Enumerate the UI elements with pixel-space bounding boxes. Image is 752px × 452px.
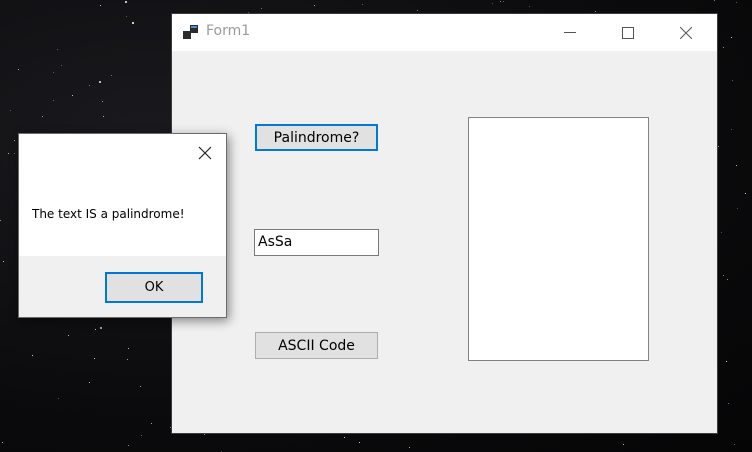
star <box>721 232 722 233</box>
star <box>734 444 735 445</box>
star <box>500 1 501 2</box>
maximize-button[interactable] <box>599 14 657 51</box>
star <box>94 358 95 359</box>
title-bar[interactable]: Form1 <box>172 14 717 51</box>
star <box>409 447 410 448</box>
maximize-icon <box>622 26 634 39</box>
star <box>53 72 54 73</box>
star <box>204 434 205 435</box>
star <box>737 208 738 209</box>
star <box>731 37 732 38</box>
star <box>718 146 719 147</box>
star <box>102 101 103 102</box>
text-input[interactable]: AsSa <box>254 229 379 256</box>
star <box>492 3 493 4</box>
star <box>126 16 127 17</box>
star <box>727 279 728 280</box>
star <box>95 329 96 330</box>
star <box>61 65 62 66</box>
star <box>128 445 129 446</box>
close-icon <box>680 26 692 39</box>
star <box>2 442 3 443</box>
star <box>732 80 733 81</box>
window-title: Form1 <box>206 23 251 39</box>
star <box>745 193 746 194</box>
star <box>89 85 90 86</box>
message-text: The text IS a palindrome! <box>32 207 185 221</box>
palindrome-button[interactable]: Palindrome? <box>255 124 378 151</box>
star <box>127 359 128 360</box>
star <box>14 153 15 154</box>
star <box>125 1 127 3</box>
star <box>723 47 724 48</box>
star <box>170 427 171 428</box>
star <box>128 348 129 349</box>
star <box>132 22 134 24</box>
close-button[interactable] <box>657 14 715 51</box>
star <box>103 116 104 117</box>
star <box>714 0 715 1</box>
star <box>8 153 9 154</box>
star <box>595 11 596 12</box>
star <box>111 75 112 76</box>
star <box>42 116 43 117</box>
star <box>140 386 141 387</box>
star <box>14 140 15 141</box>
minimize-button[interactable] <box>541 14 599 51</box>
star <box>728 403 729 404</box>
star <box>99 81 101 83</box>
star <box>32 355 33 356</box>
star <box>731 129 732 130</box>
ascii-code-button[interactable]: ASCII Code <box>255 332 378 359</box>
star <box>57 49 58 50</box>
app-icon <box>183 24 201 40</box>
star <box>248 12 249 13</box>
minimize-icon <box>564 31 576 34</box>
star <box>723 275 724 276</box>
message-box-content: The text IS a palindrome! <box>19 134 226 256</box>
form1-window: Form1 Palindrome? AsSa ASCII Code <box>172 14 717 433</box>
message-box: The text IS a palindrome! OK <box>18 133 227 318</box>
ok-button[interactable]: OK <box>105 272 203 303</box>
star <box>100 327 102 329</box>
star <box>344 437 345 438</box>
star <box>72 95 73 96</box>
output-listbox[interactable] <box>468 117 649 361</box>
star <box>18 69 19 70</box>
star <box>503 1 504 2</box>
star <box>141 435 142 436</box>
star <box>417 10 418 11</box>
star <box>68 335 69 336</box>
star <box>0 220 1 221</box>
star <box>736 165 737 166</box>
star <box>10 110 11 111</box>
close-icon <box>198 145 212 164</box>
star <box>726 361 727 362</box>
star <box>58 398 59 399</box>
star <box>359 442 360 443</box>
star <box>314 5 315 6</box>
star <box>151 423 152 424</box>
star <box>529 6 530 7</box>
star <box>89 382 90 383</box>
star <box>53 100 54 101</box>
star <box>3 261 4 262</box>
star <box>100 5 101 6</box>
star <box>362 4 363 5</box>
message-box-close-button[interactable] <box>193 143 217 165</box>
star <box>736 2 737 3</box>
star <box>623 444 624 445</box>
star <box>261 8 262 9</box>
